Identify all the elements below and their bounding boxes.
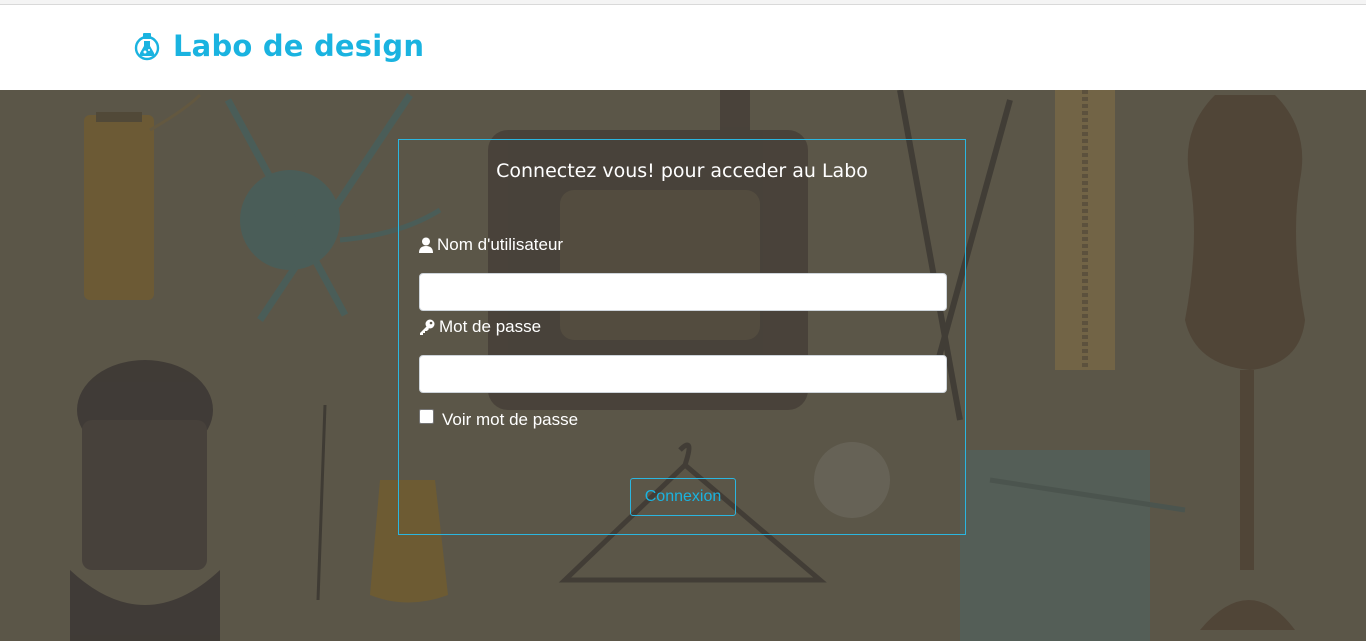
login-button[interactable]: Connexion bbox=[630, 478, 736, 516]
flask-icon bbox=[134, 33, 160, 61]
login-title: Connectez vous! pour acceder au Labo bbox=[496, 160, 868, 182]
navbar: Labo de design bbox=[0, 5, 1366, 90]
show-password-label: Voir mot de passe bbox=[442, 410, 579, 429]
user-icon bbox=[419, 237, 433, 253]
key-icon bbox=[420, 319, 435, 335]
brand-link[interactable]: Labo de design bbox=[133, 29, 424, 63]
username-input[interactable] bbox=[419, 273, 947, 311]
password-label-text: Mot de passe bbox=[439, 317, 542, 336]
password-label: Mot de passe bbox=[419, 317, 541, 337]
show-password-row: Voir mot de passe bbox=[419, 408, 579, 430]
password-input[interactable] bbox=[419, 355, 947, 393]
username-label-text: Nom d'utilisateur bbox=[437, 235, 564, 254]
show-password-checkbox[interactable] bbox=[419, 408, 434, 424]
login-panel: Connectez vous! pour acceder au Labo Nom… bbox=[398, 139, 966, 535]
hero-background: Connectez vous! pour acceder au Labo Nom… bbox=[0, 90, 1366, 641]
username-label: Nom d'utilisateur bbox=[419, 235, 563, 255]
brand-name: Labo de design bbox=[173, 29, 425, 63]
